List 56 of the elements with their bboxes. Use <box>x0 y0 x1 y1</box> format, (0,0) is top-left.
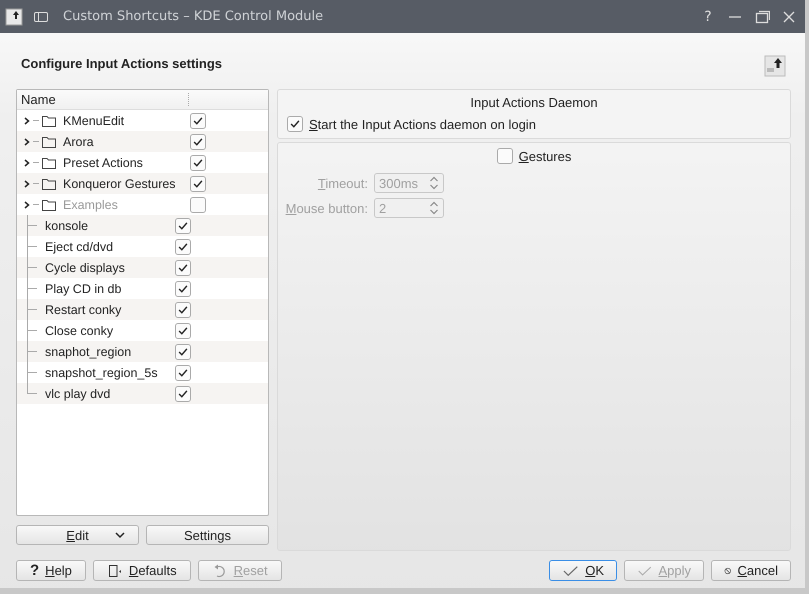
tree-connector <box>33 162 39 163</box>
module-icon <box>764 55 786 77</box>
tree-item[interactable]: KMenuEdit <box>58 114 188 128</box>
tree-item[interactable]: Close conky <box>40 324 173 338</box>
close-button[interactable] <box>781 8 797 24</box>
settings-button[interactable]: Settings <box>146 525 269 545</box>
tree-item[interactable]: Eject cd/dvd <box>40 240 173 254</box>
checkbox[interactable] <box>175 280 191 296</box>
window-menu-icon[interactable] <box>33 10 49 24</box>
checkbox[interactable] <box>175 386 191 402</box>
page-title: Configure Input Actions settings <box>21 56 222 70</box>
checkbox[interactable] <box>190 134 206 150</box>
checkbox[interactable] <box>190 112 206 128</box>
tree-connector <box>33 204 39 205</box>
folder-icon <box>42 156 56 168</box>
spin-box: 300ms <box>374 173 444 193</box>
group-title: Input Actions Daemon <box>470 94 598 112</box>
checkbox[interactable] <box>175 218 191 234</box>
maximize-button[interactable] <box>754 8 770 24</box>
window-title: Custom Shortcuts – KDE Control Module <box>63 9 324 24</box>
checkbox[interactable] <box>175 322 191 338</box>
field-label: Timeout: <box>316 176 368 190</box>
field-label: Mouse button: <box>284 200 368 216</box>
checkmark-icon <box>562 564 580 578</box>
folder-icon <box>42 198 56 210</box>
help-icon: ? <box>30 562 40 579</box>
tree-item[interactable]: snapshot_region_5s <box>40 366 173 380</box>
folder-icon <box>42 114 56 126</box>
checkbox[interactable] <box>190 154 206 170</box>
checkbox[interactable] <box>175 238 191 254</box>
document-icon <box>106 562 123 578</box>
dialog-button[interactable]: Cancel <box>711 560 791 581</box>
checkbox[interactable] <box>287 116 303 132</box>
app-icon <box>5 8 23 26</box>
help-button[interactable]: ? <box>700 8 716 24</box>
dialog-button[interactable]: Defaults <box>92 560 191 581</box>
tree-connector <box>33 120 39 121</box>
tree-connector <box>33 141 39 142</box>
checkbox[interactable] <box>175 344 191 360</box>
checkbox[interactable] <box>496 148 513 164</box>
tree-connector <box>33 183 39 184</box>
menu-button[interactable]: Edit <box>16 525 139 545</box>
dialog-button[interactable]: ? Help <box>16 560 86 581</box>
folder-icon <box>42 178 56 190</box>
checkbox[interactable] <box>190 176 206 192</box>
tree-item[interactable]: Play CD in db <box>40 282 173 296</box>
tree-item[interactable]: Preset Actions <box>58 156 188 170</box>
checkbox-label[interactable]: Gestures <box>518 148 572 164</box>
spin-box: 2 <box>374 198 444 218</box>
checkbox-label[interactable]: Start the Input Actions daemon on login <box>309 116 536 132</box>
checkbox[interactable] <box>175 364 191 380</box>
folder-icon <box>42 136 56 148</box>
checkbox[interactable] <box>175 260 191 276</box>
dropdown-caret-icon <box>114 530 126 540</box>
dialog-button[interactable]: OK <box>549 560 617 581</box>
checkbox[interactable] <box>175 302 191 318</box>
